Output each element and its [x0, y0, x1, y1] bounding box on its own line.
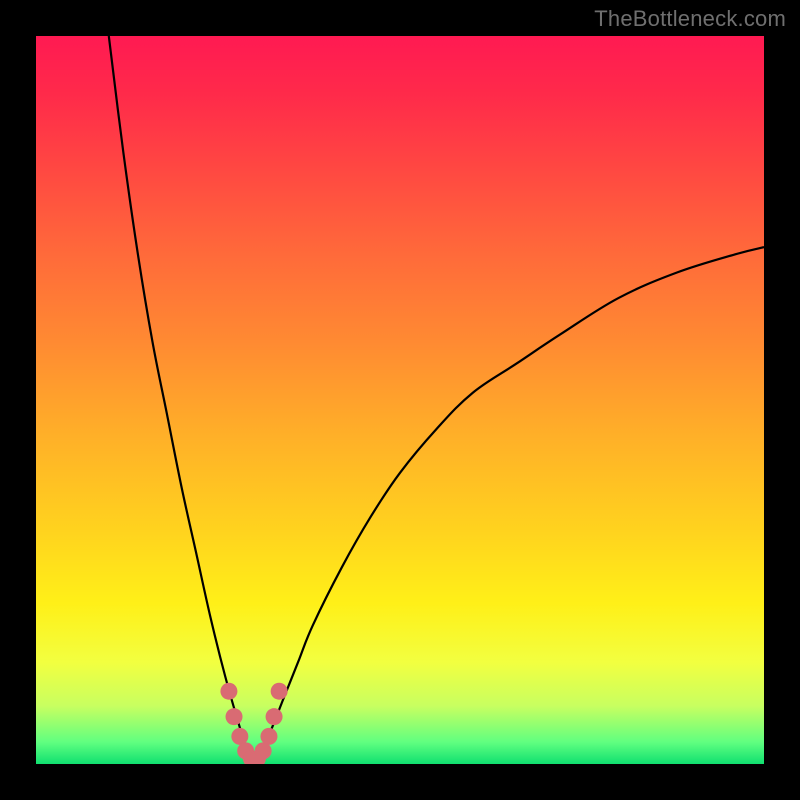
valley-marker — [226, 708, 243, 725]
bottleneck-curve-left — [109, 36, 255, 764]
valley-markers — [220, 683, 287, 764]
valley-marker — [266, 708, 283, 725]
watermark-text: TheBottleneck.com — [594, 6, 786, 32]
bottleneck-curve-right — [254, 247, 764, 764]
valley-marker — [255, 742, 272, 759]
chart-plot-area — [36, 36, 764, 764]
valley-marker — [271, 683, 288, 700]
valley-marker — [231, 728, 248, 745]
chart-svg — [36, 36, 764, 764]
curve-group — [109, 36, 764, 764]
valley-marker — [260, 728, 277, 745]
valley-marker — [220, 683, 237, 700]
chart-frame: TheBottleneck.com — [0, 0, 800, 800]
